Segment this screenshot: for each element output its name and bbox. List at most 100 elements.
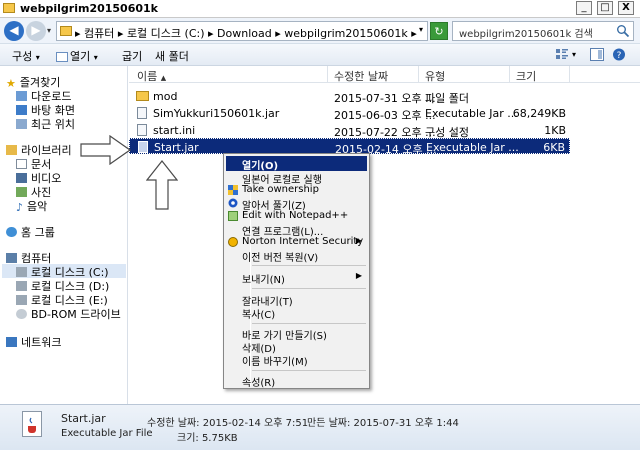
search-icon[interactable] — [616, 24, 630, 38]
sidebar-item-drive-c[interactable]: 로컬 디스크 (C:) — [2, 264, 126, 279]
menu-item-properties[interactable]: 속성(R) — [226, 374, 367, 389]
menu-item-take-ownership[interactable]: Take ownership — [226, 184, 367, 197]
sidebar-item-bd-rom[interactable]: BD-ROM 드라이브 — [16, 306, 121, 321]
organize-button[interactable]: 구성 ▾ — [12, 48, 40, 64]
recent-pages-dropdown[interactable]: ▾ — [47, 26, 51, 35]
menu-item-edit-notepad[interactable]: Edit with Notepad++ — [226, 210, 367, 223]
disc-drive-icon — [16, 309, 27, 319]
minimize-button[interactable]: _ — [576, 1, 592, 15]
address-field[interactable]: ▸ 컴퓨터 ▸ 로컬 디스크 (C:) ▸ Download ▸ webpilg… — [56, 21, 428, 41]
column-size[interactable]: 크기 — [516, 68, 536, 84]
breadcrumb-separator: ▸ — [117, 27, 124, 40]
breadcrumb-computer[interactable]: 컴퓨터 — [84, 27, 114, 40]
menu-item-cut[interactable]: 잘라내기(T) — [226, 293, 367, 308]
file-size: 6KB — [543, 141, 565, 154]
menu-item-rename[interactable]: 이름 바꾸기(M) — [226, 353, 367, 368]
menu-item-delete[interactable]: 삭제(D) — [226, 340, 367, 355]
sidebar-item-documents[interactable]: 문서 — [16, 156, 51, 171]
file-type: 파일 폴더 — [425, 92, 469, 105]
title-bar: webpilgrim20150601k _ □ X — [0, 0, 640, 18]
drive-icon — [16, 295, 27, 305]
drive-icon — [16, 281, 27, 291]
svg-text:?: ? — [617, 51, 622, 61]
file-row[interactable]: SimYukkuri150601k.jar 2015-06-03 오후 ... … — [129, 105, 570, 122]
file-row[interactable]: start.ini 2015-07-22 오후 ... 구성 설정 1KB — [129, 122, 570, 139]
breadcrumb[interactable]: ▸ 컴퓨터 ▸ 로컬 디스크 (C:) ▸ Download ▸ webpilg… — [75, 25, 417, 41]
open-icon — [56, 52, 68, 62]
open-button[interactable]: 열기 ▾ — [56, 48, 98, 64]
details-modified: 수정한 날짜: 2015-02-14 오후 7:51 — [147, 418, 309, 429]
computer-icon — [6, 253, 17, 263]
menu-item-run-japanese-locale[interactable]: 일본어 로컬로 실행 — [226, 171, 367, 186]
help-icon[interactable]: ? — [612, 48, 626, 61]
recent-places-icon — [16, 119, 27, 129]
sidebar-item-network[interactable]: 네트워크 — [6, 334, 61, 349]
column-divider[interactable] — [418, 66, 419, 82]
menu-item-create-shortcut[interactable]: 바로 가기 만들기(S) — [226, 327, 367, 342]
sidebar-item-drive-d[interactable]: 로컬 디스크 (D:) — [16, 278, 109, 293]
column-type[interactable]: 유형 — [425, 68, 445, 84]
file-size: 68,249KB — [512, 107, 566, 120]
column-divider[interactable] — [569, 66, 570, 82]
menu-separator — [252, 323, 366, 324]
column-divider[interactable] — [509, 66, 510, 82]
sidebar-item-homegroup[interactable]: 홈 그룹 — [6, 224, 55, 239]
file-row[interactable]: mod 2015-07-31 오후 ... 파일 폴더 — [129, 88, 570, 105]
file-row-selected[interactable]: Start.jar 2015-02-14 오후 ... Executable J… — [129, 138, 570, 156]
star-icon: ★ — [6, 77, 16, 90]
column-name[interactable]: 이름 ▲ — [137, 68, 166, 84]
menu-item-open[interactable]: 열기(O) — [226, 156, 367, 172]
file-type: Executable Jar ... — [426, 141, 519, 154]
menu-item-extract-here[interactable]: 알아서 풀기(Z) — [226, 197, 367, 212]
breadcrumb-drive-c[interactable]: 로컬 디스크 (C:) — [127, 27, 205, 40]
chevron-down-icon: ▾ — [93, 53, 98, 62]
window-title: webpilgrim20150601k — [20, 2, 158, 15]
chevron-down-icon[interactable]: ▾ — [419, 25, 423, 34]
new-folder-button[interactable]: 새 폴더 — [155, 48, 189, 64]
command-bar: 구성 ▾ 열기 ▾ 굽기 새 폴더 ▾ ? — [0, 44, 640, 66]
chevron-down-icon: ▾ — [35, 53, 40, 62]
file-date: 2015-07-31 오후 ... — [334, 92, 436, 105]
file-name: start.ini — [153, 124, 196, 137]
breadcrumb-current-folder[interactable]: webpilgrim20150601k — [284, 27, 407, 40]
column-divider[interactable] — [327, 66, 328, 82]
sidebar-item-drive-e[interactable]: 로컬 디스크 (E:) — [16, 292, 108, 307]
menu-item-send-to[interactable]: 보내기(N) ▶ — [226, 271, 367, 286]
maximize-button[interactable]: □ — [597, 1, 613, 15]
file-name: mod — [153, 90, 178, 103]
sidebar-item-favorites[interactable]: ★ 즐겨찾기 — [6, 74, 60, 90]
details-created: 만든 날짜: 2015-07-31 오후 1:44 — [307, 418, 459, 429]
column-date[interactable]: 수정한 날짜 — [334, 68, 388, 84]
file-size: 1KB — [544, 124, 566, 137]
chevron-down-icon[interactable]: ▾ — [572, 50, 576, 59]
search-input[interactable]: webpilgrim20150601k 검색 — [452, 21, 634, 41]
column-headers: 이름 ▲ 수정한 날짜 유형 크기 — [129, 66, 640, 83]
menu-item-label: 보내기(N) — [242, 275, 285, 286]
breadcrumb-separator: ▸ — [275, 27, 281, 40]
sidebar-item-music[interactable]: ♪ 음악 — [16, 198, 47, 214]
details-filetype: Executable Jar File — [61, 428, 153, 439]
back-button[interactable]: ◀ — [4, 21, 24, 41]
sidebar-item-recent[interactable]: 최근 위치 — [16, 116, 75, 131]
sidebar-item-downloads[interactable]: 다운로드 — [16, 88, 71, 103]
sidebar-item-computer[interactable]: 컴퓨터 — [6, 250, 51, 265]
burn-button[interactable]: 굽기 — [122, 48, 142, 64]
drive-icon — [16, 267, 27, 277]
menu-separator — [252, 288, 366, 289]
refresh-button[interactable]: ↻ — [430, 22, 448, 40]
breadcrumb-download[interactable]: Download — [217, 27, 272, 40]
close-button[interactable]: X — [618, 1, 634, 15]
menu-item-norton[interactable]: Norton Internet Security ▶ — [226, 236, 367, 249]
extract-icon — [228, 198, 238, 208]
menu-item-restore-previous[interactable]: 이전 버전 복원(V) — [226, 249, 367, 264]
menu-item-copy[interactable]: 복사(C) — [226, 306, 367, 321]
sidebar-item-libraries[interactable]: 라이브러리 — [6, 142, 72, 157]
sidebar-item-desktop[interactable]: 바탕 화면 — [16, 102, 75, 117]
homegroup-icon — [6, 227, 17, 237]
view-options-icon[interactable] — [555, 48, 569, 61]
menu-item-open-with[interactable]: 연결 프로그램(L)... — [226, 223, 367, 238]
sidebar-item-pictures[interactable]: 사진 — [16, 184, 51, 199]
preview-pane-icon[interactable] — [590, 48, 604, 61]
sidebar-item-videos[interactable]: 비디오 — [16, 170, 61, 185]
forward-button[interactable]: ▶ — [26, 21, 46, 41]
